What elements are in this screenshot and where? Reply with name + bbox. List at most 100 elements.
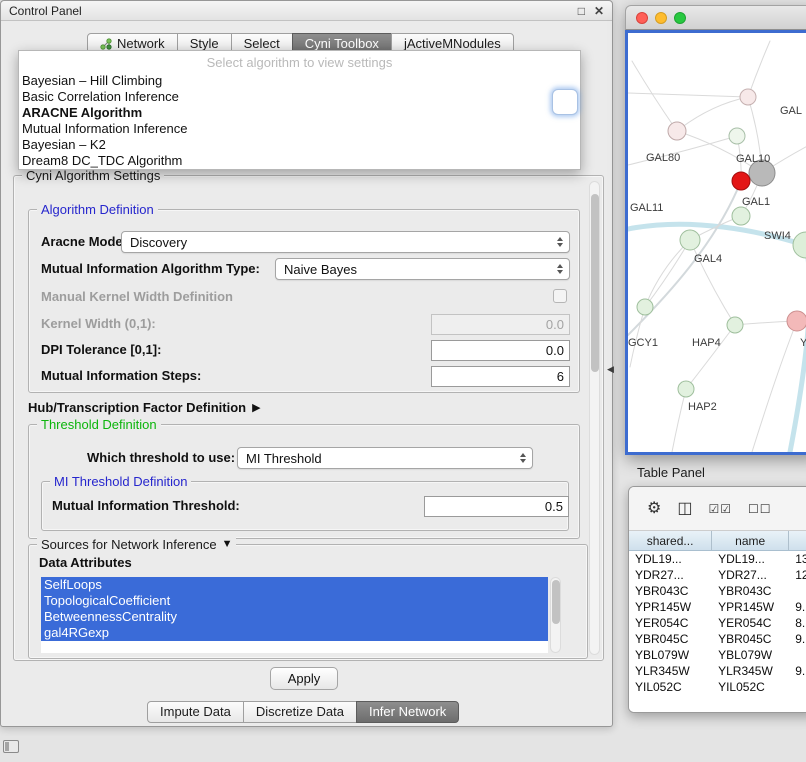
network-node-label: GAL [780, 105, 802, 117]
table-cell: 12 [789, 567, 806, 583]
algorithm-definition-group: Algorithm Definition Aracne Mode: Discov… [28, 209, 580, 393]
bottom-tab-impute-data[interactable]: Impute Data [147, 701, 244, 723]
settings-scrollbar-thumb[interactable] [591, 194, 599, 372]
dpi-tolerance-label: DPI Tolerance [0,1]: [41, 342, 161, 357]
table-row[interactable]: YLR345WYLR345W9. [629, 663, 806, 679]
network-node[interactable] [668, 122, 686, 140]
tab-label: Discretize Data [256, 702, 344, 722]
splitter-collapse-icon[interactable]: ◀ [607, 364, 614, 375]
table-row[interactable]: YPR145WYPR145W9. [629, 599, 806, 615]
data-attributes-label: Data Attributes [39, 555, 132, 570]
table-body: YDL19...YDL19...13YDR27...YDR27...12YBR0… [629, 551, 806, 712]
docked-panel-icon[interactable] [3, 740, 19, 753]
network-node[interactable] [732, 207, 750, 225]
algorithm-definition-title: Algorithm Definition [37, 202, 158, 217]
select-all-checkboxes-icon[interactable]: ☑☑ [708, 501, 732, 517]
bottom-tab-discretize-data[interactable]: Discretize Data [243, 701, 357, 723]
table-cell: 9. [789, 599, 806, 615]
table-row[interactable]: YER054CYER054C8. [629, 615, 806, 631]
settings-scrollbar[interactable] [589, 181, 600, 655]
dpi-tolerance-field[interactable]: 0.0 [431, 340, 570, 361]
table-row[interactable]: YIL052CYIL052C [629, 679, 806, 695]
combo-arrows-icon [557, 264, 563, 274]
table-cell: YDL19... [629, 551, 712, 567]
network-edge[interactable] [748, 41, 770, 97]
network-node[interactable] [637, 299, 653, 315]
sources-group-title: Sources for Network Inference [41, 537, 217, 552]
algorithm-option[interactable]: Bayesian – Hill Climbing [19, 73, 580, 89]
aracne-mode-select[interactable]: Discovery [121, 231, 570, 253]
network-node[interactable] [793, 232, 806, 258]
sources-group: Sources for Network Inference ▼ Data Att… [28, 544, 588, 659]
table-row[interactable]: YBR045CYBR045C9. [629, 631, 806, 647]
mi-threshold-label: Mutual Information Threshold: [52, 498, 240, 513]
control-panel-window: Control Panel □ ✕ NetworkStyleSelectCyni… [0, 0, 613, 727]
algorithm-option[interactable]: Dream8 DC_TDC Algorithm [19, 153, 580, 169]
hub-definition-toggle[interactable]: Hub/Transcription Factor Definition ▶ [28, 398, 261, 416]
network-edge[interactable] [632, 61, 677, 131]
table-cell: YLR345W [629, 663, 712, 679]
network-window-titlebar[interactable] [625, 5, 806, 30]
kernel-width-field[interactable]: 0.0 [431, 314, 570, 335]
attributes-list-scrollbar[interactable] [550, 577, 561, 653]
which-threshold-select[interactable]: MI Threshold [237, 447, 533, 469]
network-view-frame: GAL80GALGAL10GAL11GAL1SWI4GAL4GCY1HAP4YH… [625, 30, 806, 455]
network-node[interactable] [729, 128, 745, 144]
which-threshold-value: MI Threshold [246, 451, 322, 466]
mi-steps-field[interactable]: 6 [431, 366, 570, 387]
data-attribute-item[interactable]: gal4RGexp [41, 625, 548, 641]
float-window-icon[interactable]: □ [578, 5, 585, 17]
table-panel-title: Table Panel [637, 465, 705, 480]
minimize-traffic-light[interactable] [655, 12, 667, 24]
network-edge[interactable] [677, 97, 748, 131]
table-column-header[interactable]: name [712, 531, 789, 550]
attributes-list-scrollbar-thumb[interactable] [552, 580, 560, 624]
mi-algorithm-type-select[interactable]: Naive Bayes [275, 258, 570, 280]
network-node[interactable] [787, 311, 806, 331]
close-icon[interactable]: ✕ [594, 5, 604, 17]
table-row[interactable]: YBL079WYBL079W [629, 647, 806, 663]
network-node[interactable] [727, 317, 743, 333]
mi-threshold-group-title: MI Threshold Definition [50, 474, 191, 489]
network-node[interactable] [678, 381, 694, 397]
table-cell: 8. [789, 615, 806, 631]
data-attributes-list[interactable]: SelfLoopsTopologicalCoefficientBetweenne… [41, 577, 548, 653]
network-edge[interactable] [752, 321, 797, 452]
columns-icon[interactable]: ◫ [677, 501, 692, 517]
network-canvas[interactable]: GAL80GALGAL10GAL11GAL1SWI4GAL4GCY1HAP4YH… [628, 33, 806, 452]
table-column-header[interactable]: shared... [629, 531, 712, 550]
algorithm-option[interactable]: ARACNE Algorithm [19, 105, 580, 121]
collapsed-arrow-icon: ▶ [252, 401, 260, 414]
threshold-definition-group: Threshold Definition Which threshold to … [28, 424, 580, 539]
data-attribute-item[interactable]: TopologicalCoefficient [41, 593, 548, 609]
table-row[interactable]: YDR27...YDR27...12 [629, 567, 806, 583]
algorithm-option[interactable]: Basic Correlation Inference [19, 89, 580, 105]
zoom-traffic-light[interactable] [674, 12, 686, 24]
table-column-header[interactable] [789, 531, 806, 550]
kernel-width-label: Kernel Width (0,1): [41, 316, 156, 331]
data-attribute-item[interactable]: SelfLoops [41, 577, 548, 593]
network-edge[interactable] [677, 131, 762, 173]
bottom-tab-infer-network[interactable]: Infer Network [356, 701, 459, 723]
network-edge[interactable] [672, 389, 686, 452]
mi-threshold-field[interactable]: 0.5 [424, 496, 569, 517]
network-edge[interactable] [686, 325, 735, 389]
table-cell: YBR045C [629, 631, 712, 647]
algorithm-option[interactable]: Mutual Information Inference [19, 121, 580, 137]
gear-icon[interactable]: ⚙ [647, 501, 661, 517]
manual-kernel-width-checkbox[interactable] [553, 289, 567, 303]
table-row[interactable]: YBR043CYBR043C [629, 583, 806, 599]
algorithm-option[interactable]: Bayesian – K2 [19, 137, 580, 153]
network-node[interactable] [680, 230, 700, 250]
network-edge[interactable] [628, 136, 737, 165]
deselect-all-checkboxes-icon[interactable]: ☐☐ [748, 501, 772, 517]
network-node[interactable] [732, 172, 750, 190]
apply-button[interactable]: Apply [270, 667, 338, 690]
control-panel-titlebar[interactable]: Control Panel □ ✕ [1, 1, 612, 21]
table-row[interactable]: YDL19...YDL19...13 [629, 551, 806, 567]
network-edge[interactable] [628, 93, 748, 97]
data-attribute-item[interactable]: BetweennessCentrality [41, 609, 548, 625]
network-node[interactable] [740, 89, 756, 105]
close-traffic-light[interactable] [636, 12, 648, 24]
sources-group-title-row[interactable]: Sources for Network Inference ▼ [37, 537, 236, 552]
